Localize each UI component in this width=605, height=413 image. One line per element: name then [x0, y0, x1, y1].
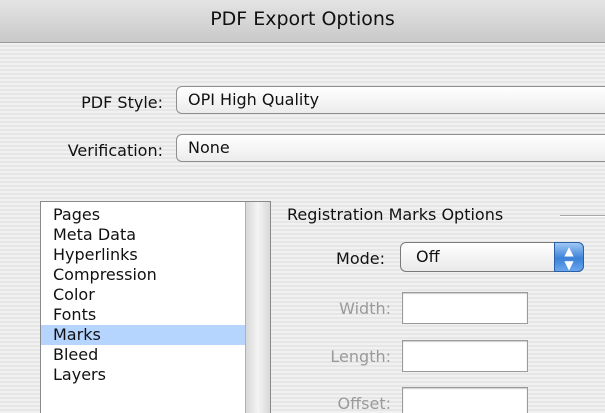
pdf-style-value: OPI High Quality [188, 90, 320, 109]
category-items: Pages Meta Data Hyperlinks Compression Color… [41, 205, 246, 385]
pdf-export-dialog: PDF Export Options PDF Style: OPI High Q… [0, 0, 605, 413]
category-item[interactable]: Bleed [41, 345, 246, 365]
window-title: PDF Export Options [210, 8, 395, 30]
mode-select[interactable]: Off ▲ ▼ [400, 242, 584, 272]
category-item[interactable]: Color [41, 285, 246, 305]
pdf-style-popup[interactable]: OPI High Quality [176, 86, 605, 114]
title-bar[interactable]: PDF Export Options [0, 0, 605, 43]
category-list-scrollbar[interactable] [245, 202, 270, 413]
category-item[interactable]: Pages [41, 205, 246, 225]
category-item[interactable]: Marks [41, 325, 246, 345]
width-label: Width: [339, 299, 391, 318]
category-item[interactable]: Fonts [41, 305, 246, 325]
mode-value: Off [416, 247, 440, 266]
category-item[interactable]: Compression [41, 265, 246, 285]
verification-popup[interactable]: None [176, 134, 605, 162]
length-field[interactable] [402, 340, 528, 372]
mode-label: Mode: [336, 249, 385, 268]
category-item[interactable]: Layers [41, 365, 246, 385]
width-field[interactable] [402, 292, 528, 324]
offset-field[interactable] [402, 387, 528, 413]
registration-group-title: Registration Marks Options [287, 205, 504, 224]
offset-label: Offset: [337, 394, 391, 413]
group-divider [560, 215, 605, 217]
up-down-arrows-icon[interactable]: ▲ ▼ [554, 242, 584, 272]
category-list[interactable]: Pages Meta Data Hyperlinks Compression Color… [40, 201, 271, 413]
verification-label: Verification: [67, 141, 163, 160]
length-label: Length: [330, 347, 391, 366]
verification-value: None [188, 138, 230, 157]
category-item[interactable]: Meta Data [41, 225, 246, 245]
category-item[interactable]: Hyperlinks [41, 245, 246, 265]
pdf-style-label: PDF Style: [81, 93, 163, 112]
